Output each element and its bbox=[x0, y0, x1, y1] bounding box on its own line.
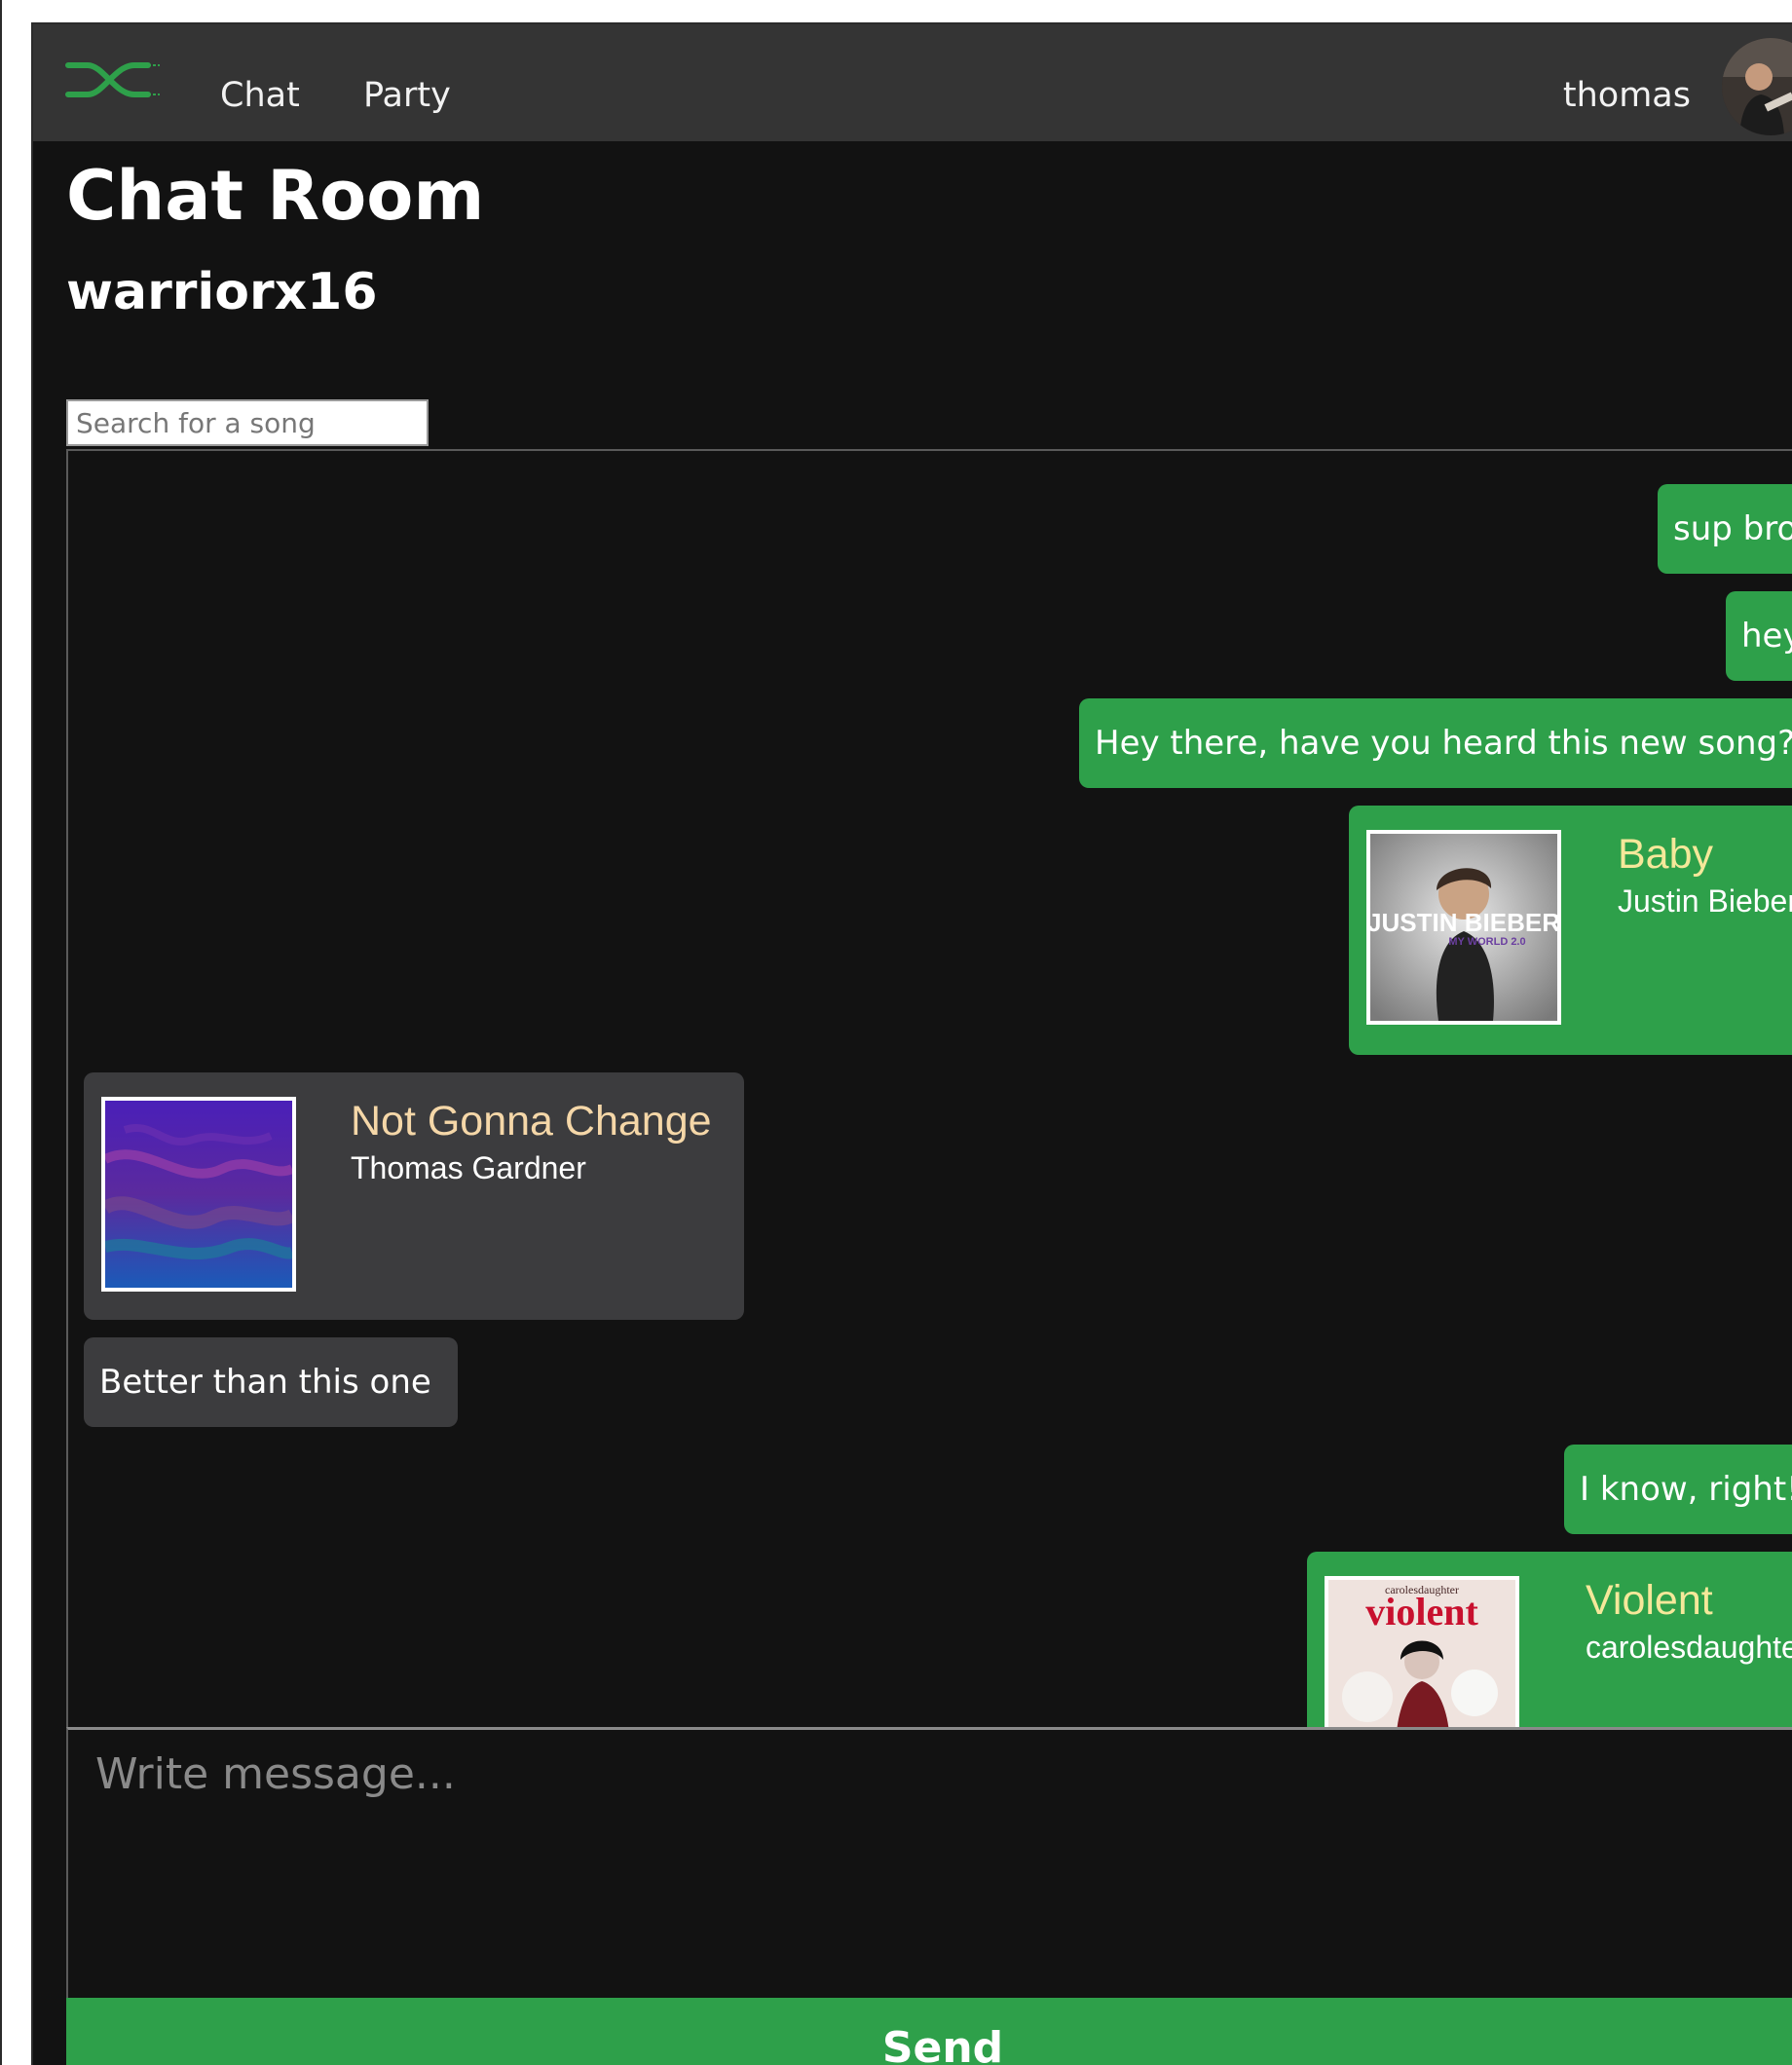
cover-subtext: MY WORLD 2.0 bbox=[1448, 936, 1525, 948]
song-artist: Thomas Gardner bbox=[351, 1150, 586, 1185]
song-title: Violent bbox=[1586, 1577, 1713, 1624]
song-title: Baby bbox=[1618, 831, 1714, 878]
album-cover: carolesdaughter violent bbox=[1325, 1576, 1519, 1727]
message-bubble-sent: sup bro bbox=[1658, 484, 1792, 574]
nav-link-party[interactable]: Party bbox=[363, 76, 451, 115]
song-card-sent[interactable]: JUSTIN BIEBER MY WORLD 2.0 Baby Justin B… bbox=[1349, 806, 1792, 1055]
message-input[interactable] bbox=[66, 1727, 1792, 2000]
message-list[interactable]: sup bro hey Hey there, have you heard th… bbox=[66, 449, 1792, 1727]
song-title: Not Gonna Change bbox=[351, 1098, 712, 1145]
message-bubble-sent: hey bbox=[1726, 591, 1792, 681]
song-card-received[interactable]: Not Gonna Change Thomas Gardner bbox=[84, 1072, 744, 1320]
user-avatar[interactable] bbox=[1722, 38, 1792, 135]
message-bubble-sent: Hey there, have you heard this new song? bbox=[1079, 698, 1792, 788]
song-search-input[interactable] bbox=[66, 399, 429, 446]
song-artist: carolesdaughter bbox=[1586, 1630, 1792, 1665]
nav-link-chat[interactable]: Chat bbox=[220, 76, 300, 115]
navbar: Chat Party thomas bbox=[33, 24, 1792, 141]
page-title: Chat Room bbox=[66, 156, 485, 236]
cover-text: violent bbox=[1365, 1590, 1478, 1633]
message-text: sup bro bbox=[1673, 509, 1792, 548]
app-window: Chat Party thomas Chat Room warriorx16 s… bbox=[31, 22, 1792, 2065]
crossed-audio-cables-logo-icon[interactable] bbox=[64, 56, 162, 104]
message-bubble-received: Better than this one bbox=[84, 1337, 458, 1427]
song-card-sent[interactable]: carolesdaughter violent Violent carolesd… bbox=[1307, 1552, 1792, 1727]
album-cover bbox=[101, 1097, 296, 1292]
cover-text: JUSTIN BIEBER bbox=[1370, 908, 1557, 937]
song-artist: Justin Bieber bbox=[1618, 883, 1792, 919]
message-text: I know, right! bbox=[1580, 1470, 1792, 1509]
avatar-photo-icon bbox=[1722, 38, 1792, 135]
room-name: warriorx16 bbox=[66, 263, 378, 321]
message-text: hey bbox=[1741, 617, 1792, 656]
message-bubble-sent: I know, right! bbox=[1564, 1445, 1792, 1534]
album-cover-image-icon: carolesdaughter violent bbox=[1328, 1580, 1515, 1727]
album-cover-image-icon bbox=[105, 1101, 292, 1288]
album-cover: JUSTIN BIEBER MY WORLD 2.0 bbox=[1366, 830, 1561, 1025]
send-button[interactable]: Send bbox=[66, 1998, 1792, 2065]
album-cover-image-icon: JUSTIN BIEBER MY WORLD 2.0 bbox=[1370, 834, 1557, 1021]
message-text: Hey there, have you heard this new song? bbox=[1095, 724, 1792, 763]
message-text: Better than this one bbox=[99, 1363, 431, 1402]
username[interactable]: thomas bbox=[1563, 76, 1691, 115]
